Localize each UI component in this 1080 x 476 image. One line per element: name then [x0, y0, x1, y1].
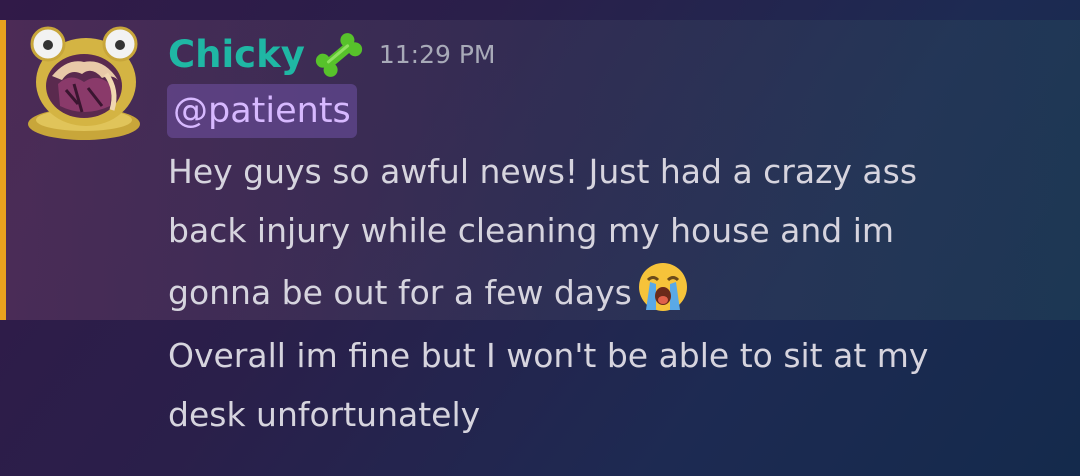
role-mention[interactable]: @patients	[167, 84, 357, 138]
message-header: Chicky 11:29 PM	[168, 30, 495, 80]
avatar[interactable]	[22, 14, 150, 142]
message-line-3-text: gonna be out for a few days	[168, 273, 632, 312]
loudly-crying-face-icon	[636, 260, 690, 314]
bone-icon	[313, 31, 365, 79]
message-line-1: Hey guys so awful news! Just had a crazy…	[168, 152, 918, 191]
message-line-3: gonna be out for a few days	[168, 260, 690, 322]
username[interactable]: Chicky	[168, 30, 305, 80]
timestamp: 11:29 PM	[378, 40, 496, 69]
mention-highlight-bar	[0, 20, 6, 320]
followup-line-2: desk unfortunately	[168, 395, 481, 434]
followup-line-1: Overall im fine but I won't be able to s…	[168, 336, 929, 375]
message-line-2: back injury while cleaning my house and …	[168, 211, 895, 250]
